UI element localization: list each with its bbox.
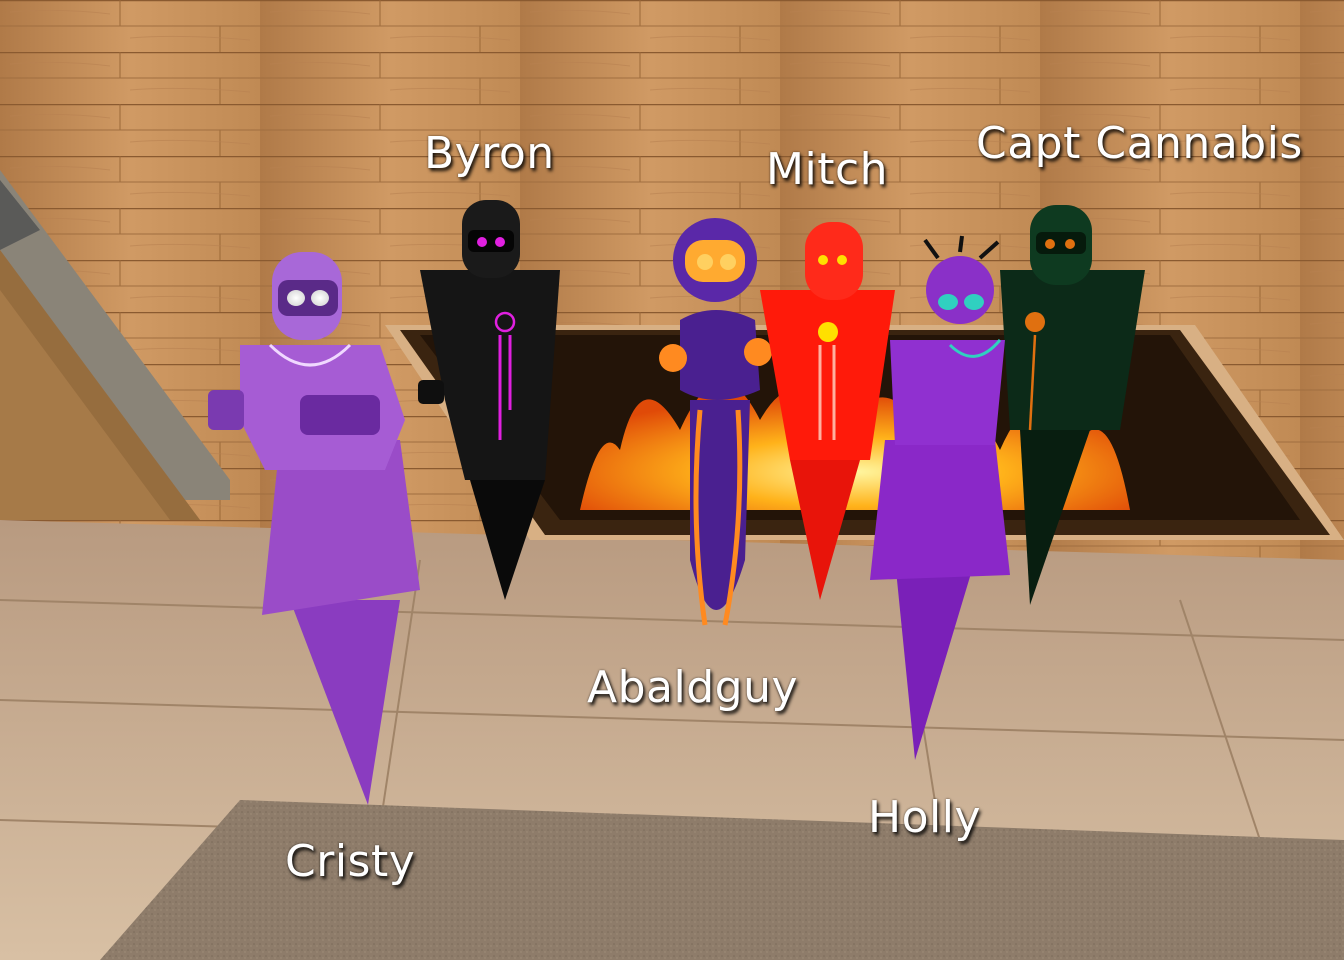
nametag-abaldguy: Abaldguy <box>587 662 799 713</box>
nametag-capt-cannabis: Capt Cannabis <box>976 118 1303 169</box>
nametag-cristy: Cristy <box>285 836 416 887</box>
game-viewport[interactable]: Byron Mitch Capt Cannabis Abaldguy Holly… <box>0 0 1344 960</box>
nametag-byron: Byron <box>424 128 555 179</box>
nametag-holly: Holly <box>868 792 981 843</box>
nametag-mitch: Mitch <box>766 144 889 195</box>
